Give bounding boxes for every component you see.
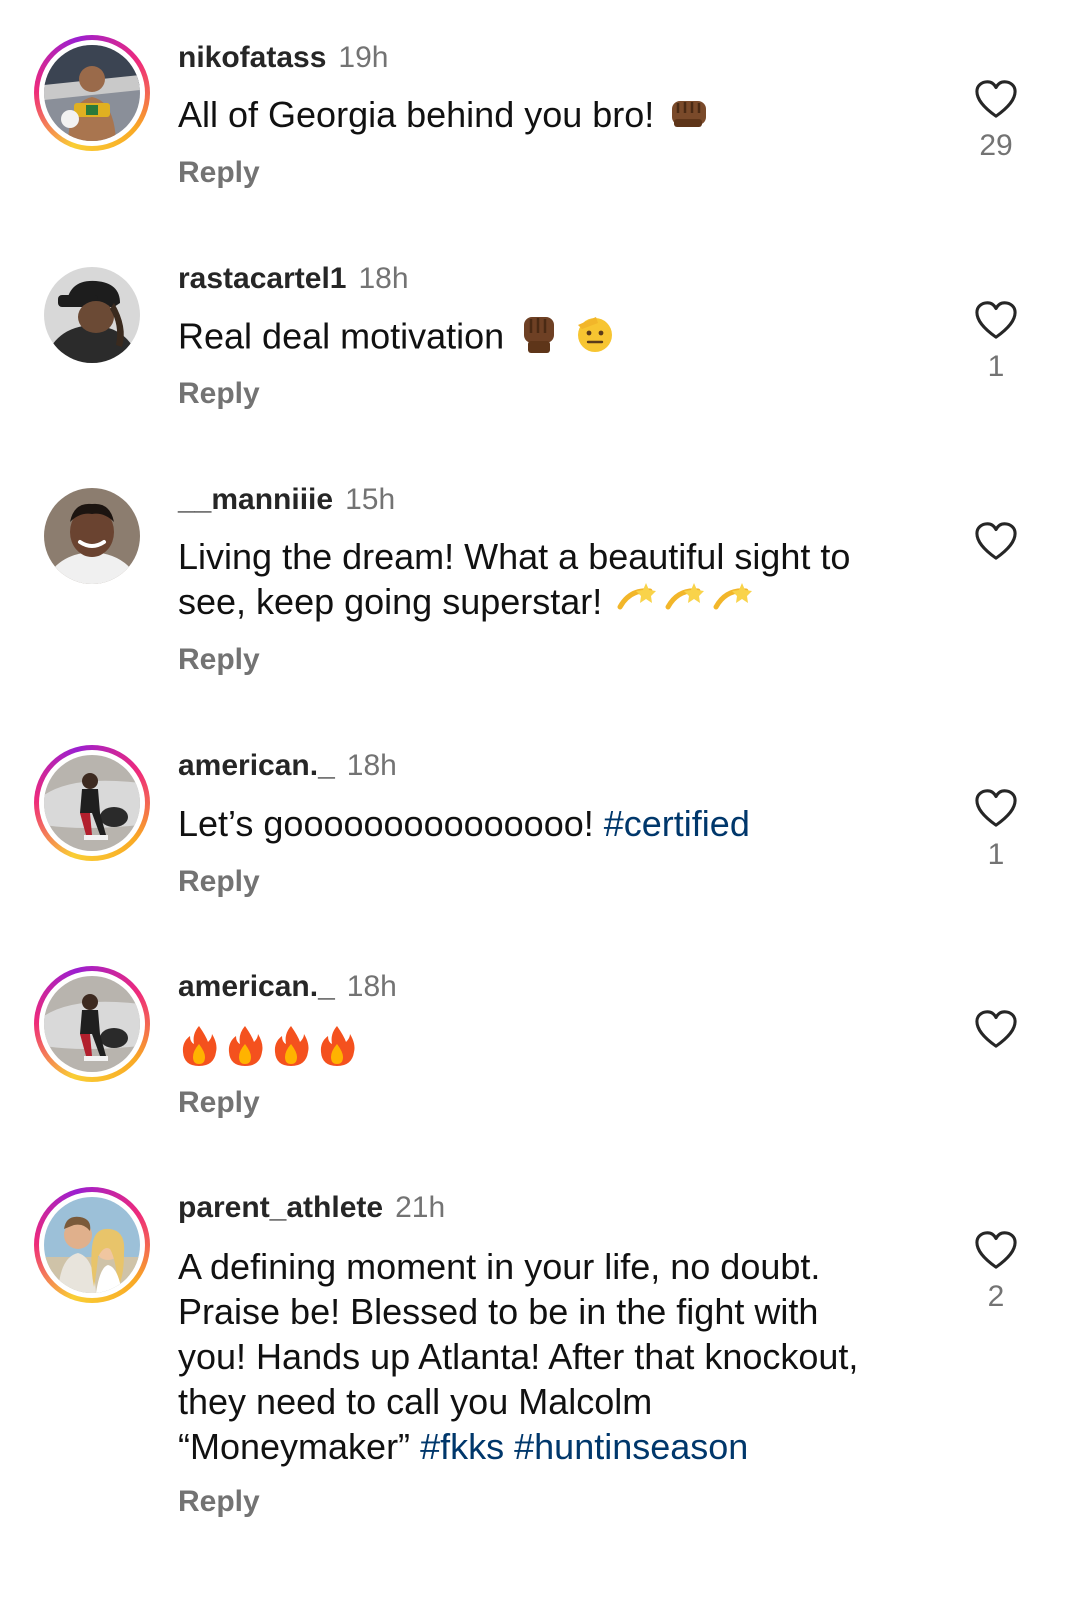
username[interactable]: nikofatass <box>178 41 326 74</box>
timestamp: 21h <box>395 1191 446 1224</box>
like-area: 2 <box>972 1229 1020 1315</box>
timestamp: 19h <box>338 41 389 74</box>
username[interactable]: american._ <box>178 970 335 1003</box>
heart-outline-icon[interactable] <box>973 1008 1019 1050</box>
username[interactable]: __manniiie <box>178 483 333 516</box>
saluting-face-emoji <box>574 313 616 365</box>
comment-text: Living the dream! What a beautiful sight… <box>178 534 918 629</box>
avatar[interactable] <box>34 1187 150 1303</box>
avatar[interactable] <box>34 478 150 594</box>
comment-line: Praise be! Blessed to be in the fight wi… <box>178 1291 819 1332</box>
heart-outline-icon[interactable] <box>973 520 1019 562</box>
like-area: 29 <box>972 78 1020 164</box>
comment-meta: american._ 18h <box>178 748 397 784</box>
comment-meta: __manniiie 15h <box>178 482 395 518</box>
fire-emoji <box>178 1024 220 1078</box>
heart-outline-icon[interactable] <box>973 1229 1019 1271</box>
avatar-image <box>44 488 140 584</box>
comment-line: Living the dream! What a beautiful sight… <box>178 536 851 577</box>
dizzy-emoji <box>712 579 756 629</box>
comment-body: Let’s gooooooooooooooo! <box>178 803 594 844</box>
comment-text: All of Georgia behind you bro! <box>178 92 918 141</box>
like-area: 1 <box>972 787 1020 873</box>
avatar[interactable] <box>34 745 150 861</box>
comment-meta: american._ 18h <box>178 969 397 1005</box>
comment-line-with-emoji: see, keep going superstar! <box>178 579 918 629</box>
fire-emoji <box>270 1024 312 1078</box>
comment-meta: rastacartel1 18h <box>178 261 409 297</box>
like-area: 1 <box>972 299 1020 385</box>
raised-fist-emoji <box>518 313 560 365</box>
like-count: 1 <box>987 838 1005 871</box>
comment-line: “Moneymaker” <box>178 1426 411 1467</box>
timestamp: 18h <box>346 749 397 782</box>
comment-body: All of Georgia behind you bro! <box>178 94 655 135</box>
hashtag-link[interactable]: #certified <box>604 803 750 844</box>
heart-outline-icon[interactable] <box>973 787 1019 829</box>
avatar-image <box>44 1197 140 1293</box>
comment-line: see, keep going superstar! <box>178 581 603 622</box>
like-count: 29 <box>979 129 1013 162</box>
avatar[interactable] <box>34 35 150 151</box>
like-area <box>972 1008 1020 1050</box>
hashtag-link[interactable]: #huntinseason <box>514 1426 748 1467</box>
comment-text <box>178 1024 918 1078</box>
dizzy-emoji <box>664 579 708 629</box>
fist-bump-emoji <box>668 93 710 141</box>
reply-button[interactable]: Reply <box>178 864 260 900</box>
timestamp: 18h <box>358 262 409 295</box>
like-count: 2 <box>987 1280 1005 1313</box>
like-count: 1 <box>987 350 1005 383</box>
hashtag-link[interactable]: #fkks <box>420 1426 504 1467</box>
comment-line: they need to call you Malcolm <box>178 1381 653 1422</box>
reply-button[interactable]: Reply <box>178 376 260 412</box>
heart-outline-icon[interactable] <box>973 299 1019 341</box>
username[interactable]: parent_athlete <box>178 1191 383 1224</box>
comment-body: Real deal motivation <box>178 315 505 357</box>
comment-text: Let’s gooooooooooooooo! #certified <box>178 801 918 846</box>
fire-emoji <box>224 1024 266 1078</box>
avatar[interactable] <box>34 257 150 373</box>
comment-line: A defining moment in your life, no doubt… <box>178 1246 821 1287</box>
username[interactable]: rastacartel1 <box>178 262 346 295</box>
reply-button[interactable]: Reply <box>178 1085 260 1121</box>
comment-meta: parent_athlete 21h <box>178 1190 445 1226</box>
avatar-image <box>44 755 140 851</box>
comment-line: you! Hands up Atlanta! After that knocko… <box>178 1336 859 1377</box>
like-area <box>972 520 1020 562</box>
reply-button[interactable]: Reply <box>178 155 260 191</box>
timestamp: 15h <box>345 483 396 516</box>
avatar-image <box>44 976 140 1072</box>
avatar-image <box>44 267 140 363</box>
reply-button[interactable]: Reply <box>178 1484 260 1520</box>
comment-line-with-hashtags: “Moneymaker” #fkks #huntinseason <box>178 1424 918 1469</box>
fire-emoji <box>316 1024 358 1078</box>
avatar[interactable] <box>34 966 150 1082</box>
username[interactable]: american._ <box>178 749 335 782</box>
avatar-image <box>44 45 140 141</box>
timestamp: 18h <box>346 970 397 1003</box>
comment-meta: nikofatass 19h <box>178 40 388 76</box>
dizzy-emoji <box>616 579 660 629</box>
comment-text: Real deal motivation <box>178 313 918 365</box>
heart-outline-icon[interactable] <box>973 78 1019 120</box>
comment-text: A defining moment in your life, no doubt… <box>178 1244 918 1469</box>
reply-button[interactable]: Reply <box>178 642 260 678</box>
